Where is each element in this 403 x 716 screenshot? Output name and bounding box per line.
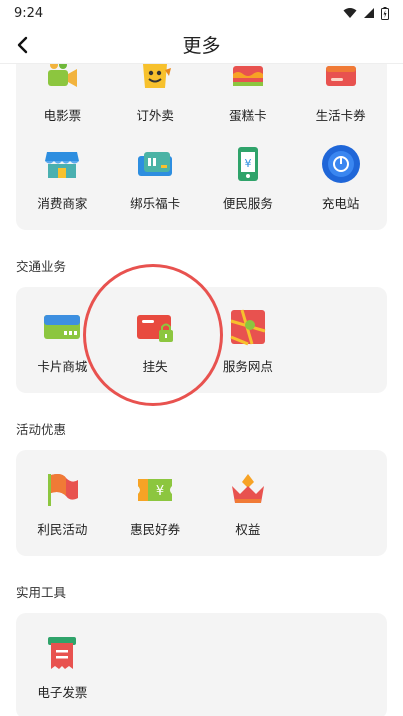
tile-label: 惠民好券	[130, 522, 181, 537]
tile-label: 挂失	[142, 359, 168, 374]
scroll-content[interactable]: 电影票 订外卖 蛋糕卡 生活卡券 消费商家 绑乐福卡 ¥ 便民服务 充电站 交通…	[0, 64, 403, 716]
tile-benefit-activity[interactable]: 利民活动	[16, 462, 109, 550]
tile-label: 绑乐福卡	[130, 196, 181, 211]
phone-service-icon: ¥	[228, 144, 268, 184]
tile-cake-card[interactable]: 蛋糕卡	[202, 64, 295, 136]
bind-card-icon	[135, 144, 175, 184]
tile-service-outlet[interactable]: 服务网点	[202, 299, 295, 387]
tile-label: 权益	[235, 522, 261, 537]
tile-label: 订外卖	[136, 108, 174, 123]
svg-text:¥: ¥	[244, 157, 251, 170]
report-loss-icon	[135, 307, 175, 347]
flag-icon	[42, 470, 82, 510]
tile-merchant[interactable]: 消费商家	[16, 136, 109, 224]
signal-icon	[364, 8, 374, 18]
status-bar: 9:24	[0, 0, 403, 26]
tile-card-store[interactable]: 卡片商城	[16, 299, 109, 387]
section-title-tools: 实用工具	[16, 585, 67, 600]
svg-text:¥: ¥	[156, 484, 164, 499]
tile-convenience-service[interactable]: ¥ 便民服务	[202, 136, 295, 224]
invoice-icon	[42, 633, 82, 673]
coupon-icon: ¥	[135, 470, 175, 510]
crown-icon	[228, 470, 268, 510]
section-title-promotions: 活动优惠	[16, 422, 67, 437]
cake-card-icon	[228, 64, 268, 96]
wifi-icon	[343, 8, 357, 18]
tile-label: 充电站	[321, 196, 360, 211]
transport-card: 卡片商城 挂失 服务网点	[16, 287, 387, 393]
tile-label: 蛋糕卡	[229, 108, 267, 123]
shop-icon	[42, 144, 82, 184]
tile-takeaway[interactable]: 订外卖	[109, 64, 202, 136]
battery-icon	[381, 6, 389, 20]
tile-label: 卡片商城	[37, 359, 88, 374]
charging-station-icon	[321, 144, 361, 184]
tile-label: 服务网点	[222, 359, 273, 374]
tools-card: 电子发票	[16, 613, 387, 716]
page-title: 更多	[182, 35, 221, 57]
movie-camera-icon	[42, 64, 82, 96]
status-time: 9:24	[14, 5, 44, 21]
nav-bar: 更多	[0, 26, 403, 64]
section-title-transport: 交通业务	[16, 259, 67, 274]
tile-good-coupons[interactable]: ¥ 惠民好券	[109, 462, 202, 550]
tile-label: 电影票	[43, 108, 82, 123]
chevron-left-icon	[17, 36, 28, 54]
tile-charging-station[interactable]: 充电站	[294, 136, 387, 224]
promotions-card: 利民活动 ¥ 惠民好券 权益	[16, 450, 387, 556]
tile-bind-card[interactable]: 绑乐福卡	[109, 136, 202, 224]
card-store-icon	[42, 307, 82, 347]
services-card: 电影票 订外卖 蛋糕卡 生活卡券 消费商家 绑乐福卡 ¥ 便民服务 充电站	[16, 64, 387, 230]
tile-label: 生活卡券	[315, 108, 366, 123]
tile-report-loss[interactable]: 挂失	[109, 299, 202, 387]
service-map-icon	[228, 307, 268, 347]
status-icons	[343, 6, 389, 20]
tile-movie-ticket[interactable]: 电影票	[16, 64, 109, 136]
tile-label: 消费商家	[37, 196, 88, 211]
life-coupon-icon	[321, 64, 361, 96]
tile-label: 便民服务	[222, 196, 273, 211]
takeaway-icon	[135, 64, 175, 96]
tile-label: 利民活动	[37, 522, 88, 537]
back-button[interactable]	[10, 32, 36, 58]
tile-e-invoice[interactable]: 电子发票	[16, 625, 109, 713]
tile-rights[interactable]: 权益	[202, 462, 295, 550]
tile-label: 电子发票	[37, 685, 88, 700]
tile-life-coupon[interactable]: 生活卡券	[294, 64, 387, 136]
